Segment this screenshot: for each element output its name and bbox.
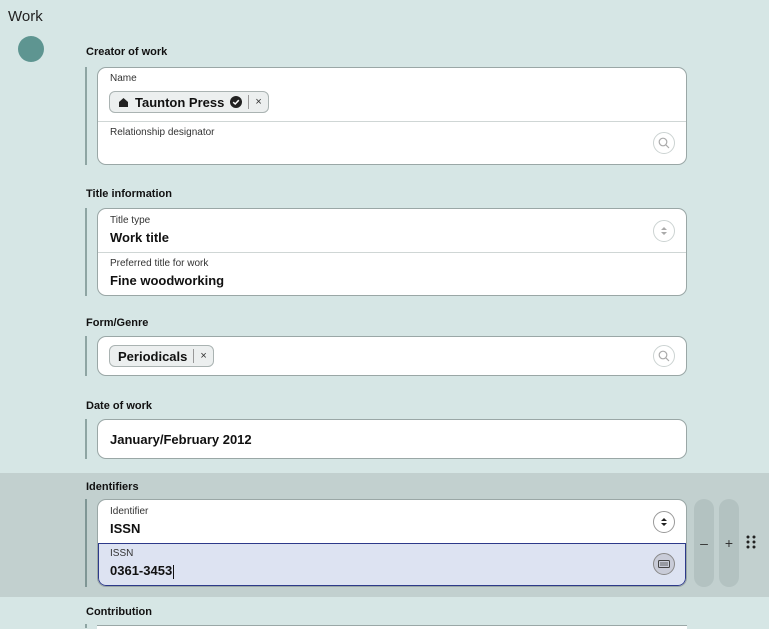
building-icon	[119, 98, 128, 107]
identifier-value[interactable]: ISSN	[110, 521, 140, 536]
field-divider	[98, 121, 686, 122]
form-genre-chip-label: Periodicals	[118, 348, 188, 364]
title-info-rail	[85, 208, 87, 296]
creator-rail	[85, 67, 87, 165]
page-title: Work	[8, 8, 43, 25]
name-chip[interactable]: Taunton Press ×	[109, 91, 269, 113]
title-type-label: Title type	[110, 215, 151, 226]
preferred-title-label: Preferred title for work	[110, 258, 209, 269]
issn-label: ISSN	[110, 548, 134, 559]
title-info-section-label: Title information	[86, 188, 172, 200]
date-section-label: Date of work	[86, 400, 153, 412]
form-genre-section-label: Form/Genre	[86, 317, 149, 329]
chip-separator	[193, 349, 195, 363]
name-chip-label: Taunton Press	[135, 94, 225, 110]
keyboard-icon[interactable]	[653, 553, 675, 575]
field-divider	[98, 252, 686, 253]
verified-icon	[230, 96, 243, 108]
date-rail	[85, 419, 87, 459]
relationship-label: Relationship designator	[110, 127, 215, 138]
date-value[interactable]: January/February 2012	[110, 432, 252, 447]
form-genre-card: Periodicals ×	[97, 336, 687, 376]
identifiers-card: Identifier ISSN ISSN 0361-3453	[97, 499, 687, 587]
drag-handle-icon[interactable]	[746, 535, 756, 549]
issn-field[interactable]: ISSN 0361-3453	[98, 543, 686, 586]
remove-chip-icon[interactable]: ×	[255, 96, 261, 108]
select-arrows-icon[interactable]	[653, 511, 675, 533]
creator-section-label: Creator of work	[86, 46, 168, 58]
add-identifier-button[interactable]: +	[719, 499, 739, 587]
issn-value[interactable]: 0361-3453	[110, 563, 175, 579]
contribution-card	[97, 625, 687, 629]
date-card: January/February 2012	[97, 419, 687, 459]
identifier-label: Identifier	[110, 506, 149, 517]
search-icon[interactable]	[653, 132, 675, 154]
identifiers-section-label: Identifiers	[86, 481, 139, 493]
identifiers-rail	[85, 499, 87, 587]
select-arrows-icon[interactable]	[653, 220, 675, 242]
title-type-value[interactable]: Work title	[110, 230, 169, 245]
remove-chip-icon[interactable]: ×	[200, 350, 206, 362]
form-genre-rail	[85, 336, 87, 376]
search-icon[interactable]	[653, 345, 675, 367]
remove-identifier-button[interactable]: –	[694, 499, 714, 587]
avatar	[18, 36, 44, 62]
creator-card: Name Taunton Press × Relationship design…	[97, 67, 687, 165]
title-info-card: Title type Work title Preferred title fo…	[97, 208, 687, 296]
form-genre-chip[interactable]: Periodicals ×	[109, 345, 214, 367]
contribution-rail	[85, 624, 87, 628]
contribution-section-label: Contribution	[86, 606, 152, 618]
chip-separator	[248, 95, 250, 109]
preferred-title-value[interactable]: Fine woodworking	[110, 273, 224, 288]
name-label: Name	[110, 73, 137, 84]
